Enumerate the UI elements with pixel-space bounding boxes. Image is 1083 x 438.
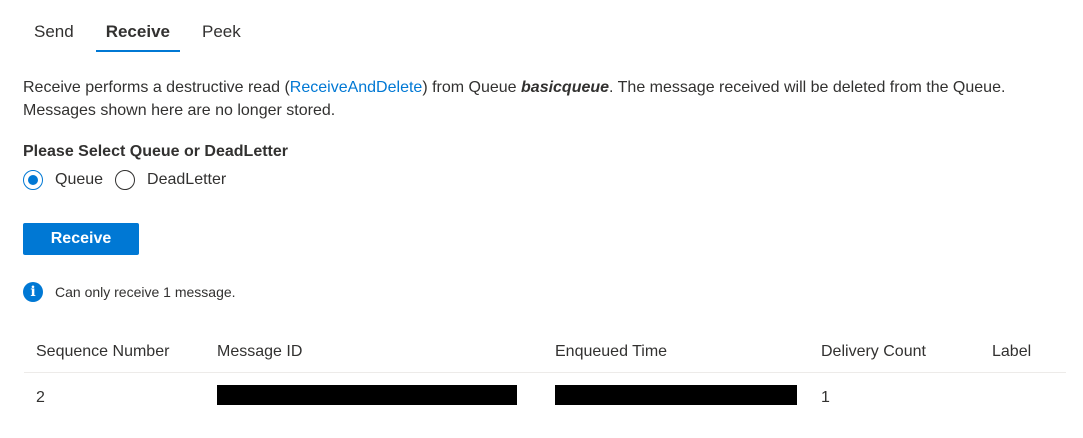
tab-receive[interactable]: Receive xyxy=(95,22,180,52)
tab-peek[interactable]: Peek xyxy=(192,22,251,52)
desc-text: ) from Queue xyxy=(422,79,522,96)
col-label[interactable]: Label xyxy=(980,336,1066,373)
info-text: Can only receive 1 message. xyxy=(55,284,236,300)
info-icon: i xyxy=(23,282,43,302)
radio-label: Queue xyxy=(55,171,104,188)
cell-message-id xyxy=(205,373,543,423)
col-sequence-number[interactable]: Sequence Number xyxy=(24,336,205,373)
col-delivery-count[interactable]: Delivery Count xyxy=(809,336,980,373)
receive-and-delete-link[interactable]: ReceiveAndDelete xyxy=(290,79,423,96)
redacted-block xyxy=(217,385,517,405)
cell-enqueued-time xyxy=(543,373,809,423)
col-message-id[interactable]: Message ID xyxy=(205,336,543,373)
col-enqueued-time[interactable]: Enqueued Time xyxy=(543,336,809,373)
table-row[interactable]: 2 1 xyxy=(24,373,1066,423)
radio-label: DeadLetter xyxy=(147,171,227,188)
radio-checked-icon[interactable] xyxy=(23,170,43,190)
radio-unchecked-icon[interactable] xyxy=(115,170,136,190)
queue-name: basicqueue xyxy=(521,79,610,96)
tab-send[interactable]: Send xyxy=(24,22,84,52)
cell-label xyxy=(980,373,1066,423)
select-label: Please Select Queue or DeadLetter xyxy=(23,143,288,160)
info-message: i Can only receive 1 message. xyxy=(23,282,236,302)
description: Receive performs a destructive read (Rec… xyxy=(23,76,1043,122)
table-header-row: Sequence Number Message ID Enqueued Time… xyxy=(24,336,1066,373)
redacted-block xyxy=(555,385,797,405)
tab-bar: Send Receive Peek xyxy=(24,22,263,52)
radio-deadletter[interactable]: DeadLetter xyxy=(115,170,226,190)
cell-sequence: 2 xyxy=(36,388,45,406)
cell-delivery-count: 1 xyxy=(821,388,830,406)
desc-text: Receive performs a destructive read ( xyxy=(23,79,290,96)
messages-table: Sequence Number Message ID Enqueued Time… xyxy=(24,336,1066,422)
queue-type-radio-group: Queue DeadLetter xyxy=(23,170,238,190)
radio-queue[interactable]: Queue xyxy=(23,170,103,190)
receive-button[interactable]: Receive xyxy=(23,223,139,255)
